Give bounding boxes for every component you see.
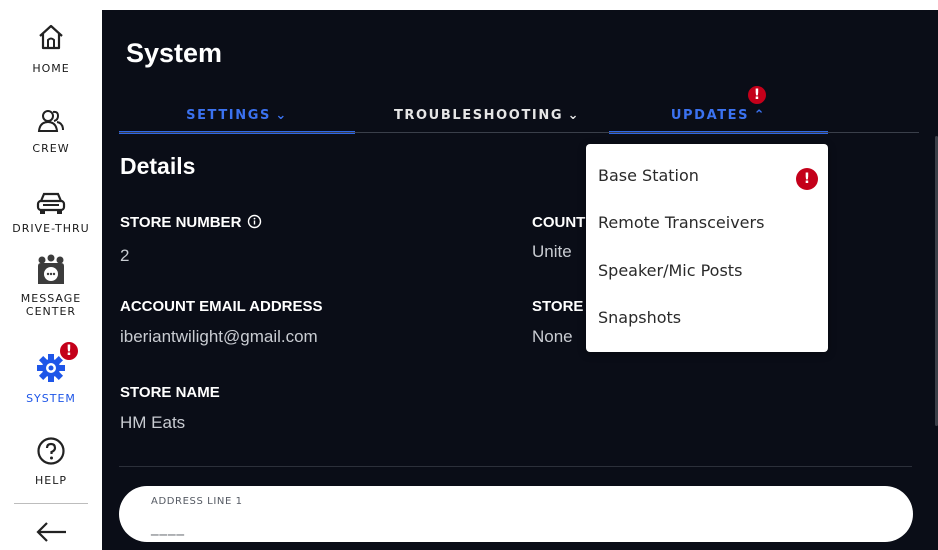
country-label: COUNT [532, 214, 586, 231]
sidebar-item-label: SYSTEM [26, 392, 76, 405]
store-number-label: STORE NUMBER [120, 214, 262, 231]
account-email-label: ACCOUNT EMAIL ADDRESS [120, 298, 323, 315]
sidebar-item-label: HELP [35, 474, 67, 487]
updates-dropdown-menu: Base Station ! Remote Transceivers Speak… [586, 144, 828, 352]
chevron-down-icon: ⌄ [567, 108, 581, 123]
sidebar-divider [14, 503, 88, 504]
sidebar-item-drive-thru[interactable]: DRIVE-THRU [0, 190, 102, 235]
sidebar-item-label: CREW [32, 142, 70, 155]
section-divider [119, 466, 912, 467]
address-line-1-label: ADDRESS LINE 1 [151, 496, 243, 507]
tab-updates[interactable]: UPDATES ⌃ ! [609, 84, 828, 134]
store-name-value: HM Eats [120, 413, 186, 432]
menu-item-speaker-mic-posts[interactable]: Speaker/Mic Posts [598, 261, 742, 280]
message-center-icon [38, 254, 64, 284]
sidebar-item-crew[interactable]: CREW [0, 108, 102, 155]
collapse-sidebar-button[interactable] [0, 520, 102, 544]
tab-settings[interactable]: SETTINGS ⌄ [119, 106, 355, 134]
car-icon [36, 192, 66, 214]
help-icon [37, 437, 65, 465]
menu-item-snapshots[interactable]: Snapshots [598, 308, 681, 327]
home-icon [39, 24, 63, 50]
chevron-up-icon: ⌃ [753, 108, 767, 123]
menu-item-base-station[interactable]: Base Station [598, 166, 699, 185]
page-title: System [126, 38, 223, 68]
store-number-value: 2 [120, 246, 130, 265]
info-icon[interactable] [247, 214, 262, 229]
sidebar-item-system[interactable]: SYSTEM ! [0, 340, 102, 405]
crew-icon [37, 110, 64, 132]
store-field-value: None [532, 327, 573, 346]
address-line-1-field[interactable]: ADDRESS LINE 1 ____ [119, 486, 913, 542]
country-value: Unite [532, 242, 572, 261]
base-station-alert-badge: ! [796, 168, 818, 190]
tabs-baseline [119, 132, 919, 133]
details-title: Details [120, 153, 196, 179]
tab-label: SETTINGS [186, 108, 271, 123]
sidebar-item-label-line1: MESSAGE [20, 292, 82, 305]
store-name-label: STORE NAME [120, 384, 220, 401]
sidebar-item-home[interactable]: HOME [0, 22, 102, 75]
sidebar-item-message-center[interactable]: MESSAGE CENTER [0, 254, 102, 318]
menu-item-remote-transceivers[interactable]: Remote Transceivers [598, 213, 764, 232]
address-line-1-value: ____ [151, 518, 185, 536]
sidebar: HOME CREW DRIVE-THRU MESSAGE CENTER SYST… [0, 0, 102, 550]
store-field-label: STORE [532, 298, 584, 315]
tab-troubleshooting[interactable]: TROUBLESHOOTING ⌄ [372, 106, 602, 134]
arrow-left-icon [36, 522, 66, 542]
store-number-label-text: STORE NUMBER [120, 214, 242, 231]
sidebar-item-help[interactable]: HELP [0, 436, 102, 487]
account-email-value: iberiantwilight@gmail.com [120, 327, 318, 346]
system-alert-badge: ! [58, 340, 80, 362]
sidebar-item-label: HOME [32, 62, 70, 75]
sidebar-item-label-line2: CENTER [25, 305, 77, 318]
updates-alert-badge: ! [746, 84, 768, 106]
sidebar-item-label: DRIVE-THRU [12, 222, 90, 235]
chevron-down-icon: ⌄ [275, 108, 288, 123]
tab-label: UPDATES [670, 108, 750, 123]
tab-label: TROUBLESHOOTING [393, 108, 564, 123]
